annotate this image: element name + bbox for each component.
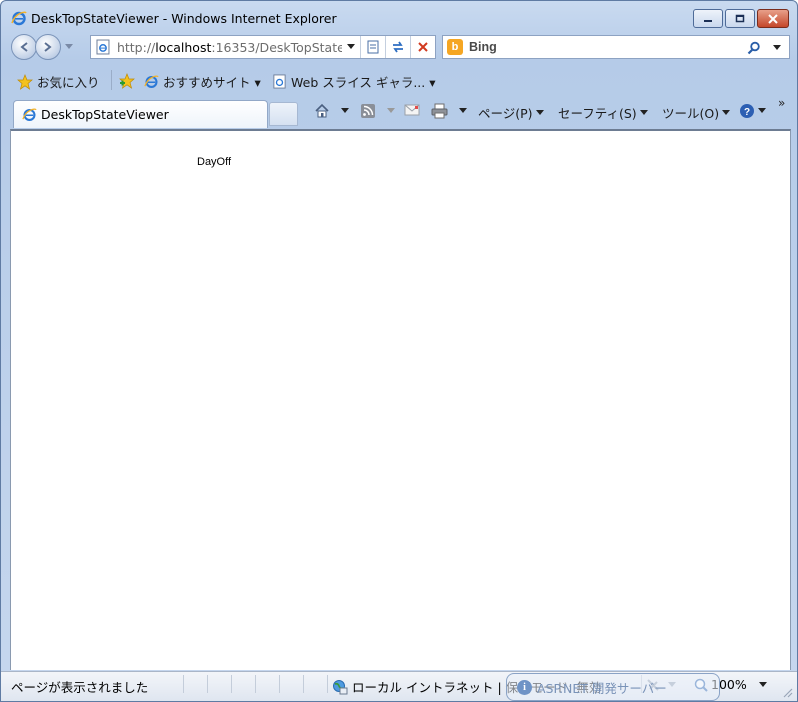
help-menu-button[interactable]: ? (739, 103, 766, 119)
minimize-icon (704, 19, 712, 22)
status-divider (279, 675, 280, 693)
refresh-button[interactable] (385, 36, 410, 58)
status-bar: ページが表示されました ローカル イントラネット | 保護モード: 無効 100… (1, 671, 797, 701)
svg-text:?: ? (744, 107, 750, 118)
chevron-down-icon (341, 108, 349, 113)
suggested-sites-button[interactable]: おすすめサイト ▾ (144, 72, 261, 91)
chevron-down-icon (722, 109, 731, 115)
address-row: http://localhost:16353/DeskTopStateV b B… (1, 33, 797, 63)
status-divider (303, 675, 304, 693)
maximize-icon (735, 14, 745, 23)
overflow-chevron: » (778, 96, 786, 110)
page-content: DayOff (10, 129, 791, 670)
address-bar[interactable]: http://localhost:16353/DeskTopStateV (90, 35, 436, 59)
forward-button[interactable] (35, 34, 61, 60)
search-provider-label: Bing (469, 40, 497, 54)
new-tab-button[interactable] (269, 102, 298, 126)
zoom-dropdown-icon[interactable] (759, 682, 767, 688)
suggested-sites-label: おすすめサイト ▾ (163, 75, 261, 90)
tools-menu-label: ツール(O) (662, 106, 720, 121)
ie-logo-icon (144, 75, 159, 88)
history-dropdown-icon[interactable] (65, 44, 73, 50)
title-bar[interactable]: DeskTopStateViewer - Windows Internet Ex… (1, 1, 797, 33)
url-text[interactable]: http://localhost:16353/DeskTopStateV (117, 40, 342, 55)
compatibility-view-button[interactable] (360, 36, 385, 58)
page-menu-button[interactable]: ページ(P) (478, 103, 544, 122)
web-slice-gallery-label: Web スライス ギャラ... ▾ (291, 75, 436, 90)
resize-grip-icon[interactable] (781, 686, 793, 698)
intranet-globe-icon (333, 679, 348, 694)
chevron-down-icon (347, 44, 356, 49)
add-to-favorites-bar-icon[interactable] (118, 73, 136, 89)
close-icon (768, 13, 778, 24)
printer-icon (431, 103, 448, 119)
chevron-down-icon (758, 108, 766, 113)
feeds-button[interactable] (360, 103, 395, 119)
chevron-down-icon (459, 108, 467, 113)
tab-label: DeskTopStateViewer (41, 107, 169, 122)
maximize-button[interactable] (725, 9, 755, 28)
chevron-down-icon (535, 109, 544, 115)
web-page-icon (273, 74, 286, 89)
url-prefix: http:// (116, 39, 156, 55)
tools-menu-button[interactable]: ツール(O) (662, 103, 731, 122)
mail-icon (404, 104, 420, 116)
search-icon[interactable] (747, 41, 761, 55)
status-divider (231, 675, 232, 693)
safety-menu-label: セーフティ(S) (558, 106, 637, 121)
dayoff-text: DayOff (197, 156, 232, 168)
ie-logo-icon (22, 108, 37, 121)
favorites-label: お気に入り (37, 75, 100, 90)
minimize-button[interactable] (693, 9, 723, 28)
help-icon: ? (740, 104, 754, 118)
browser-window: DeskTopStateViewer - Windows Internet Ex… (0, 0, 798, 702)
stop-icon (418, 42, 428, 52)
status-divider (183, 675, 184, 693)
favorites-bar: お気に入り おすすめサイト ▾ Web スライス ギャラ... ▾ (1, 65, 797, 95)
status-text: ページが表示されました (11, 680, 149, 695)
search-box[interactable]: b Bing (442, 35, 790, 59)
address-dropdown-button[interactable] (342, 36, 360, 58)
tab-row: DeskTopStateViewer ページ(P) セーフティ(S) ツール(O… (1, 95, 797, 129)
forward-arrow-icon (44, 42, 52, 52)
safety-menu-button[interactable]: セーフティ(S) (558, 103, 648, 122)
chevron-down-icon (639, 109, 648, 115)
star-icon (17, 73, 33, 90)
rss-feed-icon (361, 104, 375, 118)
favorites-button[interactable]: お気に入り (17, 72, 100, 91)
read-mail-button[interactable] (404, 103, 420, 117)
bing-icon: b (447, 39, 463, 55)
aspnet-dev-server-notification[interactable]: i ASP.NET 開発サーバー (506, 673, 720, 701)
url-host: localhost (155, 39, 212, 55)
window-title: DeskTopStateViewer - Windows Internet Ex… (31, 11, 337, 26)
status-divider (255, 675, 256, 693)
page-menu-label: ページ(P) (478, 106, 533, 121)
search-options-dropdown-icon[interactable] (773, 45, 781, 51)
favorites-divider (111, 70, 112, 90)
command-bar-overflow-button[interactable]: » (778, 96, 785, 110)
stop-button[interactable] (410, 36, 435, 58)
aspnet-dev-server-label: ASP.NET 開発サーバー (537, 680, 667, 696)
ie-logo-icon (11, 11, 27, 26)
status-divider (207, 675, 208, 693)
back-arrow-icon (20, 42, 28, 52)
close-window-button[interactable] (757, 9, 789, 28)
chevron-down-icon (387, 108, 395, 113)
status-divider (327, 675, 328, 693)
tab-desktopstateviewer[interactable]: DeskTopStateViewer (13, 100, 268, 128)
page-icon (96, 39, 110, 55)
url-path: :16353/DeskTopStateV (211, 39, 343, 55)
refresh-icon (393, 41, 404, 53)
info-icon: i (517, 679, 532, 695)
home-icon (315, 103, 329, 118)
print-button[interactable] (431, 103, 467, 119)
web-slice-gallery-button[interactable]: Web スライス ギャラ... ▾ (272, 72, 436, 91)
home-button[interactable] (314, 103, 349, 119)
compatibility-view-icon (367, 40, 379, 54)
back-button[interactable] (11, 34, 37, 60)
